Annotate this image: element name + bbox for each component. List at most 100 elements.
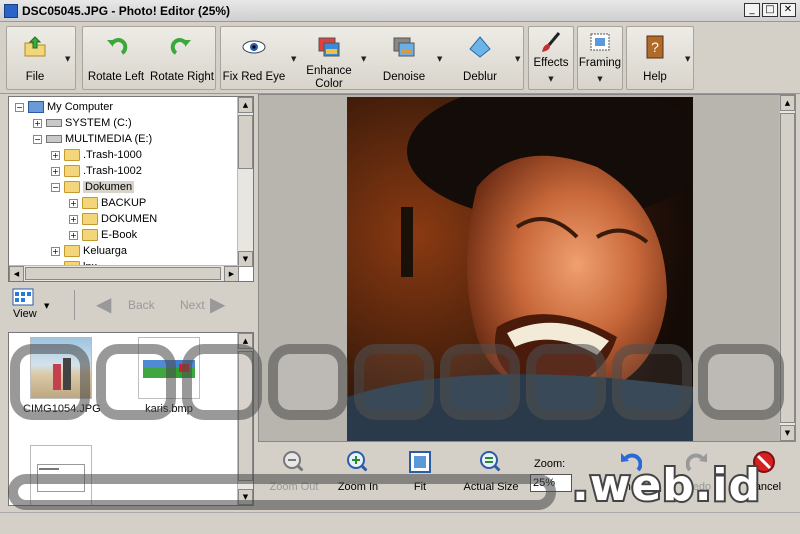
eye-icon bbox=[242, 40, 266, 54]
viewer-scroll-thumb[interactable] bbox=[780, 113, 795, 423]
help-button[interactable]: ? Help bbox=[627, 27, 683, 89]
rotate-left-label: Rotate Left bbox=[87, 71, 145, 83]
tree-item[interactable]: − MULTIMEDIA (E:) bbox=[33, 131, 152, 147]
close-button[interactable]: ✕ bbox=[780, 3, 796, 17]
deblur-dropdown-icon[interactable]: ▼ bbox=[515, 55, 523, 63]
window-controls: _ □ ✕ bbox=[744, 3, 796, 17]
thumbnail-item[interactable]: karis.bmp bbox=[131, 337, 207, 415]
next-button[interactable]: Next ▶ bbox=[178, 294, 248, 316]
scroll-down-icon[interactable]: ▼ bbox=[238, 251, 253, 267]
view-dropdown-icon[interactable]: ▼ bbox=[44, 302, 49, 310]
expand-icon[interactable]: + bbox=[51, 166, 60, 176]
next-label: Next bbox=[180, 298, 205, 312]
tree-item-label: SYSTEM (C:) bbox=[65, 117, 132, 129]
tree-scroll-thumb[interactable] bbox=[238, 115, 253, 169]
view-grid-icon bbox=[12, 288, 34, 306]
tree-hscroll-thumb[interactable] bbox=[25, 267, 221, 280]
denoise-icon bbox=[393, 37, 415, 57]
tree-item[interactable]: + Keluarga bbox=[51, 243, 127, 259]
fix-red-eye-dropdown-icon[interactable]: ▼ bbox=[291, 55, 299, 63]
folder-open-icon bbox=[64, 181, 80, 194]
enhance-color-button[interactable]: Enhance Color bbox=[301, 27, 357, 90]
expand-icon[interactable]: + bbox=[51, 150, 60, 160]
expand-icon[interactable]: + bbox=[33, 118, 42, 128]
scroll-up-icon[interactable]: ▲ bbox=[780, 95, 795, 111]
denoise-button[interactable]: Denoise bbox=[373, 27, 435, 89]
tree-item[interactable]: + E-Book bbox=[69, 227, 137, 243]
tree-item-label: MULTIMEDIA (E:) bbox=[65, 133, 153, 145]
next-arrow-icon: ▶ bbox=[210, 292, 226, 316]
zoom-in-button[interactable]: Zoom In bbox=[332, 450, 384, 493]
window-title: DSC05045.JPG - Photo! Editor (25%) bbox=[22, 3, 231, 18]
enhance-color-dropdown-icon[interactable]: ▼ bbox=[361, 55, 369, 63]
expand-icon[interactable]: + bbox=[69, 230, 78, 240]
folder-tree: − My Computer + SYSTEM (C:) − MULTIMEDIA (E:)… bbox=[8, 96, 254, 282]
cancel-button[interactable]: Cancel bbox=[742, 450, 786, 493]
tree-item[interactable]: + .Trash-1000 bbox=[51, 147, 142, 163]
tree-item[interactable]: − My Computer bbox=[15, 99, 113, 115]
thumbnail-scroll-thumb[interactable] bbox=[238, 351, 253, 481]
scroll-right-icon[interactable]: ▶ bbox=[224, 266, 239, 281]
tree-item[interactable]: − Dokumen bbox=[51, 179, 135, 195]
back-button[interactable]: ◀ Back bbox=[96, 294, 166, 316]
scroll-up-icon[interactable]: ▲ bbox=[238, 333, 253, 349]
effects-button[interactable]: Effects ▼ bbox=[529, 27, 573, 89]
people-folder-icon bbox=[64, 245, 80, 258]
maximize-button[interactable]: □ bbox=[762, 3, 778, 17]
thumbnail-item[interactable] bbox=[23, 445, 99, 505]
scroll-up-icon[interactable]: ▲ bbox=[238, 97, 253, 113]
tree-item[interactable]: + .Trash-1002 bbox=[51, 163, 142, 179]
framing-dropdown-icon[interactable]: ▼ bbox=[596, 75, 604, 83]
denoise-dropdown-icon[interactable]: ▼ bbox=[437, 55, 445, 63]
effects-label: Effects bbox=[533, 57, 569, 69]
redo-label: Redo bbox=[684, 481, 712, 493]
scroll-left-icon[interactable]: ◀ bbox=[9, 266, 24, 281]
scroll-down-icon[interactable]: ▼ bbox=[238, 489, 253, 505]
tree-item-label: My Computer bbox=[47, 101, 114, 113]
thumbnail-item[interactable]: CIMG1054.JPG bbox=[23, 337, 101, 415]
scroll-down-icon[interactable]: ▼ bbox=[780, 425, 795, 441]
deblur-button[interactable]: Deblur bbox=[447, 27, 513, 89]
effects-dropdown-icon[interactable]: ▼ bbox=[547, 75, 555, 83]
tree-item[interactable]: + DOKUMEN bbox=[69, 211, 157, 227]
tree-item[interactable]: + SYSTEM (C:) bbox=[33, 115, 132, 131]
tree-item[interactable]: + BACKUP bbox=[69, 195, 146, 211]
view-button[interactable]: View ▼ bbox=[10, 288, 54, 322]
collapse-icon[interactable]: − bbox=[33, 134, 42, 144]
tree-vertical-scrollbar[interactable]: ▲ ▼ bbox=[237, 97, 253, 267]
photo-canvas[interactable] bbox=[347, 97, 693, 441]
file-button[interactable]: File bbox=[7, 27, 63, 89]
expand-icon[interactable]: + bbox=[69, 198, 78, 208]
zoom-value-input[interactable] bbox=[530, 474, 572, 492]
viewer-vertical-scrollbar[interactable]: ▲ ▼ bbox=[779, 95, 795, 441]
rotate-left-button[interactable]: Rotate Left bbox=[83, 27, 149, 89]
folder-icon bbox=[64, 149, 80, 162]
thumbnail-name: karis.bmp bbox=[145, 403, 193, 415]
rotate-right-button[interactable]: Rotate Right bbox=[149, 27, 215, 89]
zoom-label: Zoom: bbox=[534, 458, 566, 470]
folder-icon bbox=[64, 165, 80, 178]
view-label: View bbox=[13, 308, 37, 320]
help-dropdown-icon[interactable]: ▼ bbox=[685, 55, 693, 63]
fix-red-eye-button[interactable]: Fix Red Eye bbox=[221, 27, 287, 89]
file-dropdown-icon[interactable]: ▼ bbox=[65, 55, 73, 63]
thumbnail-vertical-scrollbar[interactable]: ▲ ▼ bbox=[237, 333, 253, 505]
undo-button[interactable]: Undo bbox=[608, 450, 652, 493]
fit-button[interactable]: Fit bbox=[402, 450, 438, 493]
navigation-bar: View ▼ ◀ Back Next ▶ bbox=[8, 288, 254, 324]
zoom-in-icon bbox=[347, 451, 370, 474]
redo-button[interactable]: Redo bbox=[676, 450, 720, 493]
minimize-button[interactable]: _ bbox=[744, 3, 760, 17]
zoom-out-button[interactable]: Zoom Out bbox=[264, 450, 324, 493]
help-book-icon: ? bbox=[646, 35, 664, 59]
expand-icon[interactable]: + bbox=[69, 214, 78, 224]
tree-horizontal-scrollbar[interactable]: ◀ ▶ bbox=[9, 265, 239, 281]
framing-button[interactable]: Framing ▼ bbox=[578, 27, 622, 89]
fit-icon bbox=[409, 451, 431, 473]
drive-icon bbox=[46, 135, 62, 144]
actual-size-button[interactable]: Actual Size bbox=[458, 450, 524, 493]
help-group: ? Help ▼ bbox=[626, 26, 694, 90]
expand-icon[interactable]: + bbox=[51, 246, 60, 256]
collapse-icon[interactable]: − bbox=[15, 102, 24, 112]
collapse-icon[interactable]: − bbox=[51, 182, 60, 192]
